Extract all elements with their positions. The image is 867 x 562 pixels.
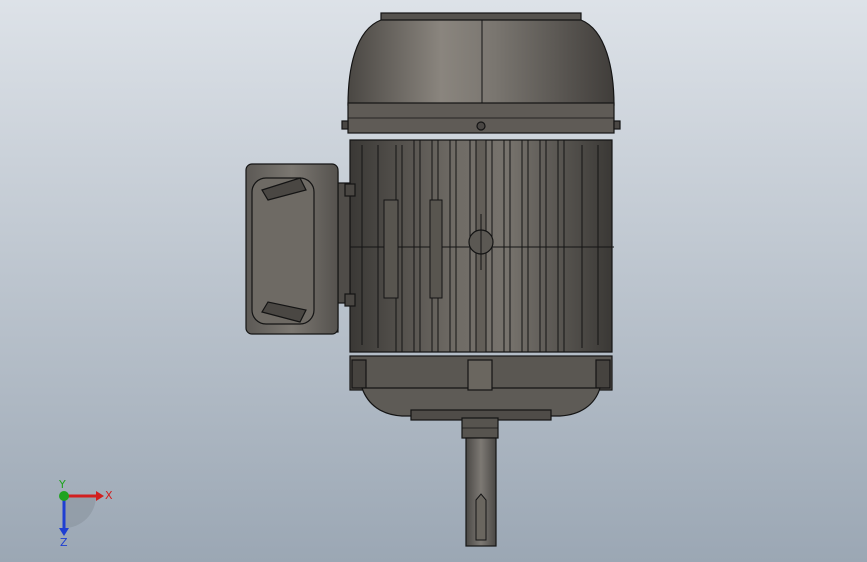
model-viewport[interactable] — [0, 0, 867, 562]
motor-frame[interactable] — [346, 139, 614, 353]
coordinate-triad: X Y Z — [58, 480, 113, 549]
y-axis-dot — [59, 491, 69, 501]
z-axis-label: Z — [60, 536, 68, 549]
triad-shadow — [64, 496, 96, 528]
x-axis-label: X — [105, 489, 113, 502]
fan-cover[interactable] — [341, 12, 621, 134]
x-axis-arrow-icon — [96, 491, 104, 501]
y-axis-label: Y — [58, 480, 66, 491]
z-axis-arrow-icon — [59, 528, 69, 536]
drive-end-bracket[interactable] — [349, 355, 613, 421]
motor-shaft[interactable] — [461, 417, 499, 547]
